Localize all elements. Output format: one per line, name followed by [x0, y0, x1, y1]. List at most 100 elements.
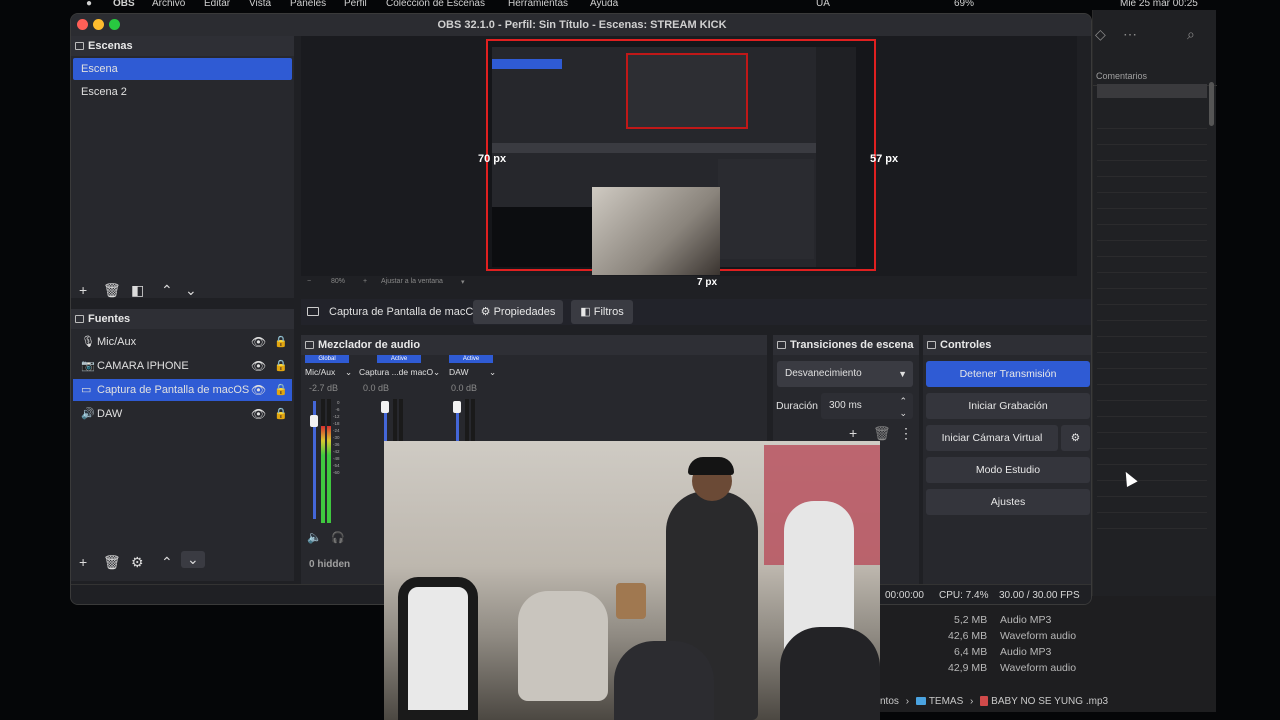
- hidden-sources-count[interactable]: 0 hidden: [309, 559, 350, 570]
- scene-filters-icon[interactable]: ◧: [131, 282, 144, 299]
- menu-coleccion[interactable]: Colección de Escenas: [386, 0, 485, 9]
- finder-row[interactable]: [1097, 226, 1207, 241]
- menu-herramientas[interactable]: Herramientas: [508, 0, 568, 9]
- remove-source-icon[interactable]: 🗑: [103, 554, 121, 571]
- zoom-out-button[interactable]: −: [307, 278, 311, 285]
- add-source-icon[interactable]: +: [79, 554, 87, 570]
- move-down-icon[interactable]: ⌄: [181, 551, 205, 568]
- duration-spinbox[interactable]: 300 ms ⌃ ⌄: [821, 393, 913, 419]
- file-row[interactable]: 5,2 MB Audio MP3: [880, 614, 1216, 630]
- dock-icon[interactable]: [305, 341, 314, 349]
- finder-row[interactable]: [1097, 338, 1207, 353]
- volume-slider-handle[interactable]: [381, 401, 389, 413]
- finder-row[interactable]: [1097, 210, 1207, 225]
- path-prefix[interactable]: ntos: [880, 692, 899, 712]
- file-row[interactable]: 42,9 MB Waveform audio: [880, 662, 1216, 678]
- menu-perfil[interactable]: Perfil: [344, 0, 367, 9]
- lock-icon[interactable]: 🔒: [274, 379, 288, 401]
- menu-archivo[interactable]: Archivo: [152, 0, 185, 9]
- finder-selected-row[interactable]: [1097, 84, 1207, 98]
- transition-select[interactable]: Desvanecimiento ▼: [777, 361, 913, 387]
- file-row[interactable]: 6,4 MB Audio MP3: [880, 646, 1216, 662]
- transition-menu-icon[interactable]: ⋮: [899, 425, 913, 442]
- finder-row[interactable]: [1097, 146, 1207, 161]
- move-up-icon[interactable]: ⌃: [161, 554, 173, 571]
- file-row[interactable]: 42,6 MB Waveform audio: [880, 630, 1216, 646]
- fit-to-window-button[interactable]: Ajustar a la ventana: [381, 278, 443, 285]
- stop-streaming-button[interactable]: Detener Transmisión: [926, 361, 1090, 387]
- filters-button[interactable]: ◧ Filtros: [571, 300, 633, 324]
- spin-arrows-icon[interactable]: ⌃ ⌄: [899, 395, 907, 419]
- add-scene-icon[interactable]: +: [79, 282, 87, 298]
- menu-ayuda[interactable]: Ayuda: [590, 0, 618, 9]
- source-item[interactable]: ▭ Captura de Pantalla de macOS 👁 🔒: [73, 379, 292, 401]
- dock-icon[interactable]: [927, 341, 936, 349]
- preview-area[interactable]: 70 px 57 px 7 px: [301, 36, 1077, 288]
- finder-scrollbar[interactable]: [1209, 82, 1214, 126]
- apple-menu-icon[interactable]: ●: [86, 0, 92, 9]
- add-transition-icon[interactable]: +: [849, 425, 857, 441]
- properties-button[interactable]: ⚙ Propiedades: [473, 300, 563, 324]
- zoom-window-button[interactable]: [109, 19, 120, 30]
- remove-scene-icon[interactable]: 🗑: [103, 282, 121, 299]
- dock-icon[interactable]: [75, 315, 84, 323]
- close-window-button[interactable]: [77, 19, 88, 30]
- source-item[interactable]: 🎙 Mic/Aux 👁 🔒: [73, 331, 292, 353]
- search-icon[interactable]: ⌕: [1187, 26, 1195, 43]
- visibility-eye-icon[interactable]: 👁: [251, 403, 266, 425]
- finder-row[interactable]: [1097, 306, 1207, 321]
- finder-row[interactable]: [1097, 386, 1207, 401]
- finder-row[interactable]: [1097, 450, 1207, 465]
- finder-row[interactable]: [1097, 130, 1207, 145]
- clock[interactable]: Mié 25 mar 00:25: [1120, 0, 1198, 9]
- volume-slider-handle[interactable]: [453, 401, 461, 413]
- scene-item[interactable]: Escena: [73, 58, 292, 80]
- menu-vista[interactable]: Vista: [249, 0, 271, 9]
- path-folder[interactable]: TEMAS: [929, 692, 963, 712]
- finder-row[interactable]: [1097, 258, 1207, 273]
- lock-icon[interactable]: 🔒: [274, 331, 288, 353]
- start-virtual-camera-button[interactable]: Iniciar Cámara Virtual: [926, 425, 1058, 451]
- visibility-eye-icon[interactable]: 👁: [251, 379, 266, 401]
- more-icon[interactable]: ⋯: [1123, 26, 1137, 43]
- finder-row[interactable]: [1097, 466, 1207, 481]
- finder-row[interactable]: [1097, 418, 1207, 433]
- finder-row[interactable]: [1097, 242, 1207, 257]
- dock-icon[interactable]: [75, 42, 84, 50]
- menu-app-name[interactable]: OBS: [113, 0, 135, 9]
- source-item[interactable]: 🔊 DAW 👁 🔒: [73, 403, 292, 425]
- path-file[interactable]: BABY NO SE YUNG .mp3: [991, 692, 1108, 712]
- finder-row[interactable]: [1097, 290, 1207, 305]
- finder-row[interactable]: [1097, 514, 1207, 529]
- finder-row[interactable]: [1097, 274, 1207, 289]
- finder-row[interactable]: [1097, 114, 1207, 129]
- finder-row[interactable]: [1097, 498, 1207, 513]
- finder-row[interactable]: [1097, 162, 1207, 177]
- lock-icon[interactable]: 🔒: [274, 355, 288, 377]
- move-down-icon[interactable]: ⌄: [185, 282, 197, 299]
- input-language[interactable]: UA: [816, 0, 830, 9]
- tag-icon[interactable]: ◇: [1095, 26, 1106, 43]
- preview-canvas[interactable]: [486, 39, 876, 275]
- start-recording-button[interactable]: Iniciar Grabación: [926, 393, 1090, 419]
- finder-row[interactable]: [1097, 402, 1207, 417]
- channel-menu-chevron-icon[interactable]: ⌄: [433, 367, 440, 378]
- zoom-dropdown-icon[interactable]: ▾: [461, 278, 465, 286]
- source-settings-gear-icon[interactable]: ⚙: [131, 554, 144, 571]
- remove-transition-icon[interactable]: 🗑: [873, 425, 891, 442]
- menu-editar[interactable]: Editar: [204, 0, 230, 9]
- virtual-camera-settings-gear-icon[interactable]: ⚙: [1061, 425, 1090, 451]
- move-up-icon[interactable]: ⌃: [161, 282, 173, 299]
- finder-row[interactable]: [1097, 178, 1207, 193]
- visibility-eye-icon[interactable]: 👁: [251, 355, 266, 377]
- finder-row[interactable]: [1097, 370, 1207, 385]
- scene-item[interactable]: Escena 2: [73, 81, 292, 103]
- finder-row[interactable]: [1097, 354, 1207, 369]
- finder-row[interactable]: [1097, 434, 1207, 449]
- dock-icon[interactable]: [777, 341, 786, 349]
- menu-paneles[interactable]: Paneles: [290, 0, 326, 9]
- source-item[interactable]: 📷 CAMARA IPHONE 👁 🔒: [73, 355, 292, 377]
- settings-button[interactable]: Ajustes: [926, 489, 1090, 515]
- channel-menu-chevron-icon[interactable]: ⌄: [489, 367, 496, 378]
- visibility-eye-icon[interactable]: 👁: [251, 331, 266, 353]
